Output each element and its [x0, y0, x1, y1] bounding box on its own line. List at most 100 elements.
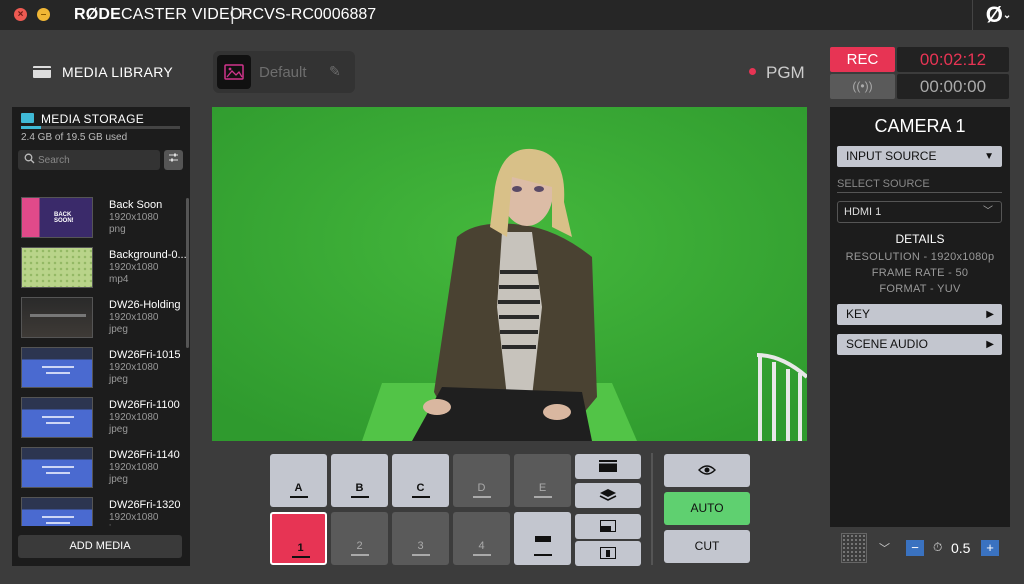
- scene-button-d[interactable]: D: [453, 454, 510, 507]
- filter-button[interactable]: [164, 150, 183, 170]
- preview-button[interactable]: [664, 454, 750, 487]
- chevron-down-icon[interactable]: ﹀: [879, 540, 890, 556]
- source-button-2[interactable]: 2: [331, 512, 388, 565]
- media-type: png: [109, 224, 126, 235]
- scene-button-e[interactable]: E: [514, 454, 571, 507]
- broadcast-icon: ((•)): [852, 79, 873, 93]
- media-name: Background-0...: [109, 249, 187, 261]
- picture-in-picture-button[interactable]: [575, 514, 641, 539]
- layers-button[interactable]: [575, 483, 641, 508]
- pip-icon: [600, 520, 616, 532]
- button-underline: [534, 554, 552, 556]
- input-source-label: INPUT SOURCE: [846, 149, 937, 163]
- source-button-1[interactable]: 1: [270, 512, 327, 565]
- media-type: jpeg: [109, 424, 128, 435]
- media-name: DW26Fri-1015: [109, 349, 181, 361]
- auto-transition-button[interactable]: AUTO: [664, 492, 750, 525]
- clapperboard-icon: [599, 460, 617, 472]
- media-item[interactable]: BACK SOON! Back Soon 1920x1080 png: [20, 192, 185, 238]
- stream-timer: 00:00:00: [897, 74, 1009, 99]
- media-type: jpeg: [109, 524, 159, 526]
- media-item[interactable]: DW26Fri-1015 1920x1080 jpeg: [20, 342, 185, 388]
- key-button[interactable]: KEY ▶: [837, 304, 1002, 325]
- media-thumbnail: [21, 347, 93, 388]
- scene-button-b[interactable]: B: [331, 454, 388, 507]
- media-meta: 1920x1080jpeg: [109, 462, 159, 486]
- media-name: DW26Fri-1140: [109, 449, 180, 461]
- media-item[interactable]: DW26Fri-1100 1920x1080 jpeg: [20, 392, 185, 438]
- button-underline: [351, 496, 369, 498]
- button-underline: [351, 554, 369, 556]
- add-media-button[interactable]: ADD MEDIA: [18, 535, 182, 558]
- timer-icon: ⏱: [933, 540, 943, 554]
- media-resolution: 1920x1080: [109, 512, 159, 523]
- media-storage-title: MEDIA STORAGE: [41, 112, 145, 126]
- cut-transition-button[interactable]: CUT: [664, 530, 750, 563]
- transition-pattern-button[interactable]: [841, 533, 867, 563]
- title-separator: |: [230, 4, 235, 24]
- scene-button-c[interactable]: C: [392, 454, 449, 507]
- image-icon: [217, 55, 251, 89]
- media-type: jpeg: [109, 324, 128, 335]
- increase-rate-button[interactable]: +: [981, 540, 999, 556]
- source-button-label: 1: [297, 542, 304, 554]
- button-underline: [473, 496, 491, 498]
- decrease-rate-button[interactable]: −: [906, 540, 924, 556]
- overlay-toggle-button[interactable]: [514, 512, 571, 565]
- eye-icon: [698, 465, 716, 475]
- source-button-4[interactable]: 4: [453, 512, 510, 565]
- clapperboard-icon: [33, 66, 51, 78]
- record-button[interactable]: REC: [830, 47, 895, 72]
- record-timer: 00:02:12: [897, 47, 1009, 72]
- chevron-down-icon: ﹀: [983, 206, 993, 217]
- close-window-button[interactable]: ×: [14, 8, 27, 21]
- media-type: mp4: [109, 274, 129, 285]
- lock-button[interactable]: [575, 541, 641, 566]
- input-source-dropdown[interactable]: INPUT SOURCE ▼: [837, 146, 1002, 167]
- search-input[interactable]: [38, 150, 156, 170]
- media-item[interactable]: DW26Fri-1140 1920x1080 jpeg: [20, 442, 185, 488]
- scene-audio-button[interactable]: SCENE AUDIO ▶: [837, 334, 1002, 355]
- minimize-window-button[interactable]: –: [37, 8, 50, 21]
- media-thumbnail: [21, 247, 93, 288]
- details-title: DETAILS: [895, 232, 945, 246]
- media-resolution: 1920x1080: [109, 262, 159, 273]
- source-button-label: 2: [356, 540, 363, 552]
- button-underline: [412, 496, 430, 498]
- source-button-label: 3: [417, 540, 424, 552]
- button-underline: [290, 496, 308, 498]
- caret-right-icon: ▶: [986, 309, 994, 320]
- storage-usage-fill: [21, 126, 41, 129]
- scene-audio-label: SCENE AUDIO: [846, 337, 929, 351]
- lower-third-icon: [535, 536, 551, 542]
- stream-button[interactable]: ((•)): [830, 74, 895, 99]
- media-item[interactable]: DW26-Holding 1920x1080 jpeg: [20, 292, 185, 338]
- media-library-title: MEDIA LIBRARY: [62, 64, 174, 80]
- media-thumbnail: [21, 447, 93, 488]
- caret-right-icon: ▶: [986, 339, 994, 350]
- media-resolution: 1920x1080: [109, 312, 159, 323]
- scene-button-label: D: [477, 482, 486, 494]
- source-button-3[interactable]: 3: [392, 512, 449, 565]
- caret-down-icon: ▼: [984, 151, 994, 162]
- scene-button-a[interactable]: A: [270, 454, 327, 507]
- media-item[interactable]: DW26Fri-13201920x1080jpeg: [20, 492, 185, 526]
- edit-pencil-icon[interactable]: ✎: [329, 63, 341, 80]
- media-source-button[interactable]: [575, 454, 641, 479]
- pgm-label: PGM: [766, 63, 805, 82]
- button-underline: [534, 496, 552, 498]
- source-select[interactable]: HDMI 1 ﹀: [837, 201, 1002, 223]
- rode-logo-menu-button[interactable]: Ø⌄: [972, 0, 1024, 30]
- media-name: Back Soon: [109, 199, 163, 211]
- scene-button-label: E: [538, 482, 547, 494]
- media-meta: 1920x1080 png: [109, 212, 159, 236]
- key-label: KEY: [846, 307, 871, 321]
- media-list-scrollbar[interactable]: [186, 198, 189, 348]
- media-meta: 1920x1080jpeg: [109, 412, 159, 436]
- media-item[interactable]: Background-0... 1920x1080 mp4: [20, 242, 187, 288]
- chevron-down-icon: ⌄: [1002, 10, 1012, 22]
- media-list: BACK SOON! Back Soon 1920x1080 png Backgroun…: [12, 192, 190, 526]
- media-thumbnail: [21, 397, 93, 438]
- detail-format: FORMAT - YUV: [879, 283, 961, 295]
- layers-icon: [599, 489, 617, 501]
